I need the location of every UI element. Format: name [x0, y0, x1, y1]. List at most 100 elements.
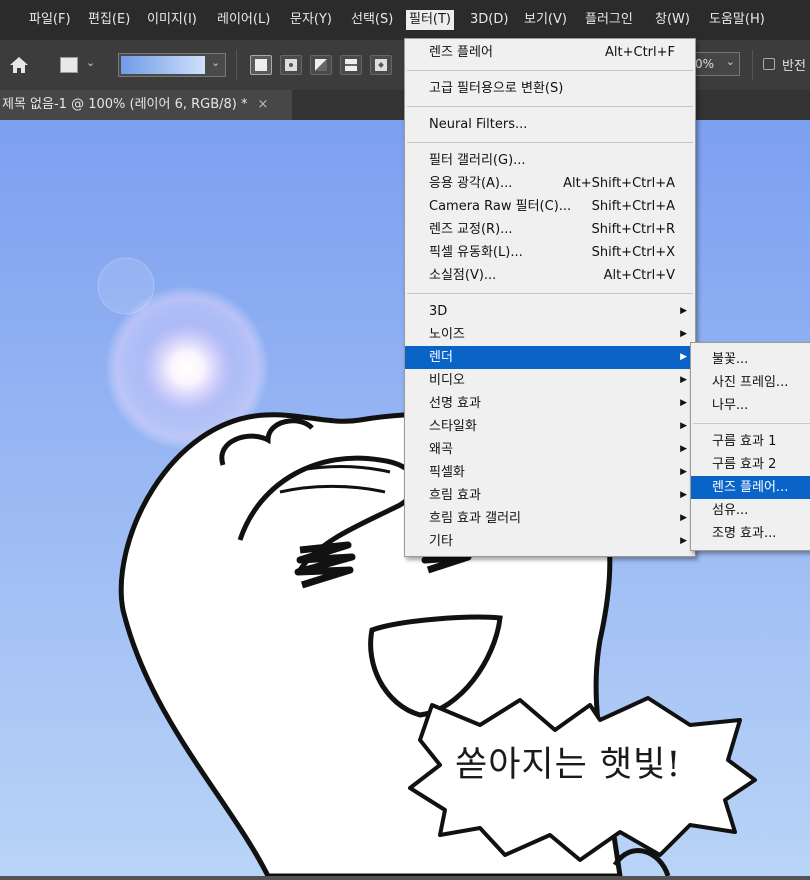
filter-menu-item[interactable]: 흐림 효과 ▶	[405, 484, 695, 507]
menu-item-label: 선명 효과	[429, 396, 481, 411]
reverse-label: 반전	[782, 59, 806, 74]
home-icon[interactable]	[8, 55, 30, 75]
reverse-checkbox[interactable]	[763, 58, 775, 70]
menu-bar: 파일(F) 편집(E) 이미지(I) 레이어(L) 문자(Y) 선택(S) 필터…	[0, 0, 810, 40]
reflected-gradient-button[interactable]	[340, 55, 362, 75]
render-submenu-item[interactable]: 조명 효과...	[691, 522, 810, 545]
gradient-picker[interactable]: ⌄	[118, 53, 226, 77]
render-submenu-item[interactable]: 렌즈 플레어...	[691, 476, 810, 499]
filter-menu-item[interactable]: 비디오 ▶	[405, 369, 695, 392]
menu-window[interactable]: 창(W)	[652, 10, 693, 30]
filter-menu-item[interactable]: 응용 광각(A)... Alt+Shift+Ctrl+A	[405, 172, 695, 195]
menu-separator	[407, 70, 693, 71]
chevron-down-icon: ⌄	[211, 56, 221, 69]
menu-item-label: 흐림 효과 갤러리	[429, 511, 521, 526]
menu-separator	[407, 142, 693, 143]
document-tab[interactable]: 제목 없음-1 @ 100% (레이어 6, RGB/8) * ×	[0, 90, 292, 120]
menu-3d[interactable]: 3D(D)	[467, 10, 511, 30]
chevron-down-icon: ⌄	[86, 56, 96, 69]
render-submenu-item[interactable]: 구름 효과 1	[691, 430, 810, 453]
filter-menu-item[interactable]: 3D ▶	[405, 300, 695, 323]
menu-item-label: 렌더	[429, 350, 453, 365]
lens-flare-glow	[123, 304, 251, 432]
filter-menu-item[interactable]: 스타일화 ▶	[405, 415, 695, 438]
close-icon[interactable]: ×	[258, 97, 269, 112]
submenu-arrow-icon: ▶	[680, 490, 687, 500]
menu-item-label: 흐림 효과	[429, 488, 481, 503]
menu-item-shortcut: Alt+Ctrl+V	[603, 268, 675, 283]
menu-help[interactable]: 도움말(H)	[706, 10, 768, 30]
menu-item-label: 응용 광각(A)...	[429, 176, 513, 191]
filter-menu-item[interactable]: 선명 효과 ▶	[405, 392, 695, 415]
submenu-arrow-icon: ▶	[680, 375, 687, 385]
menu-item-label: 고급 필터용으로 변환(S)	[429, 81, 564, 96]
submenu-arrow-icon: ▶	[680, 421, 687, 431]
submenu-arrow-icon: ▶	[680, 398, 687, 408]
tool-preset-picker[interactable]: ⌄	[56, 54, 102, 76]
menu-item-label: 렌즈 교정(R)...	[429, 222, 513, 237]
menu-item-label: 픽셀화	[429, 465, 465, 480]
divider	[752, 50, 753, 80]
menu-item-label: 기타	[429, 534, 453, 549]
opacity-value: 0%	[695, 57, 715, 71]
menu-item-label: 렌즈 플레어	[429, 45, 493, 60]
menu-filter[interactable]: 필터(T)	[406, 10, 455, 30]
filter-menu-item[interactable]: 기타 ▶	[405, 530, 695, 553]
menu-view[interactable]: 보기(V)	[521, 10, 570, 30]
diamond-gradient-button[interactable]	[370, 55, 392, 75]
angle-gradient-button[interactable]	[310, 55, 332, 75]
filter-menu-item[interactable]: 픽셀 유동화(L)... Shift+Ctrl+X	[405, 241, 695, 264]
menu-item-label: 3D	[429, 304, 448, 319]
submenu-arrow-icon: ▶	[680, 467, 687, 477]
render-submenu: 불꽃... 사진 프레임... 나무... 구름 효과 1 구름 효과 2 렌즈 플레어.…	[690, 342, 810, 551]
menu-item-label: 비디오	[429, 373, 465, 388]
gradient-preview	[121, 56, 205, 74]
menu-file[interactable]: 파일(F)	[26, 10, 74, 30]
filter-menu-item[interactable]: 흐림 효과 갤러리 ▶	[405, 507, 695, 530]
menu-item-label: 왜곡	[429, 442, 453, 457]
menu-type[interactable]: 문자(Y)	[287, 10, 335, 30]
menu-plugins[interactable]: 플러그인	[582, 10, 636, 30]
speech-bubble-text: 쏟아지는 햇빛!	[455, 745, 682, 785]
opacity-field[interactable]: 0% ⌄	[694, 52, 740, 76]
filter-menu-item[interactable]: 픽셀화 ▶	[405, 461, 695, 484]
menu-separator	[693, 423, 810, 424]
menu-item-label: 필터 갤러리(G)...	[429, 153, 526, 168]
menu-item-shortcut: Shift+Ctrl+R	[591, 222, 676, 237]
submenu-arrow-icon: ▶	[680, 536, 687, 546]
filter-menu-item[interactable]: Neural Filters...	[405, 113, 695, 136]
filter-menu-item[interactable]: Camera Raw 필터(C)... Shift+Ctrl+A	[405, 195, 695, 218]
filter-menu-item[interactable]: 렌즈 교정(R)... Shift+Ctrl+R	[405, 218, 695, 241]
render-submenu-item[interactable]: 불꽃...	[691, 348, 810, 371]
filter-menu-item[interactable]: 소실점(V)... Alt+Ctrl+V	[405, 264, 695, 287]
menu-item-shortcut: Alt+Ctrl+F	[605, 45, 675, 60]
filter-menu-item[interactable]: 렌더 ▶	[405, 346, 695, 369]
filter-menu-item[interactable]: 노이즈 ▶	[405, 323, 695, 346]
menu-layer[interactable]: 레이어(L)	[214, 10, 273, 30]
menu-item-shortcut: Shift+Ctrl+X	[591, 245, 675, 260]
filter-menu-item[interactable]: 왜곡 ▶	[405, 438, 695, 461]
menu-edit[interactable]: 편집(E)	[85, 10, 133, 30]
menu-item-label: 스타일화	[429, 419, 477, 434]
render-submenu-item[interactable]: 나무...	[691, 394, 810, 417]
menu-item-label: 소실점(V)...	[429, 268, 497, 283]
lens-flare-spot	[97, 257, 155, 315]
filter-menu-item[interactable]: 필터 갤러리(G)...	[405, 149, 695, 172]
filter-menu: 렌즈 플레어 Alt+Ctrl+F 고급 필터용으로 변환(S) Neural Fil…	[404, 38, 696, 557]
filter-menu-item[interactable]: 고급 필터용으로 변환(S)	[405, 77, 695, 100]
render-submenu-item[interactable]: 섬유...	[691, 499, 810, 522]
linear-gradient-button[interactable]	[250, 55, 272, 75]
render-submenu-item[interactable]: 사진 프레임...	[691, 371, 810, 394]
menu-select[interactable]: 선택(S)	[348, 10, 396, 30]
menu-item-label: Neural Filters...	[429, 117, 528, 132]
menu-item-label: Camera Raw 필터(C)...	[429, 199, 572, 214]
menu-item-shortcut: Alt+Shift+Ctrl+A	[563, 176, 675, 191]
submenu-arrow-icon: ▶	[680, 444, 687, 454]
submenu-arrow-icon: ▶	[680, 306, 687, 316]
render-submenu-item[interactable]: 구름 효과 2	[691, 453, 810, 476]
filter-menu-item[interactable]: 렌즈 플레어 Alt+Ctrl+F	[405, 41, 695, 64]
radial-gradient-button[interactable]	[280, 55, 302, 75]
menu-image[interactable]: 이미지(I)	[144, 10, 200, 30]
menu-separator	[407, 106, 693, 107]
menu-separator	[407, 293, 693, 294]
